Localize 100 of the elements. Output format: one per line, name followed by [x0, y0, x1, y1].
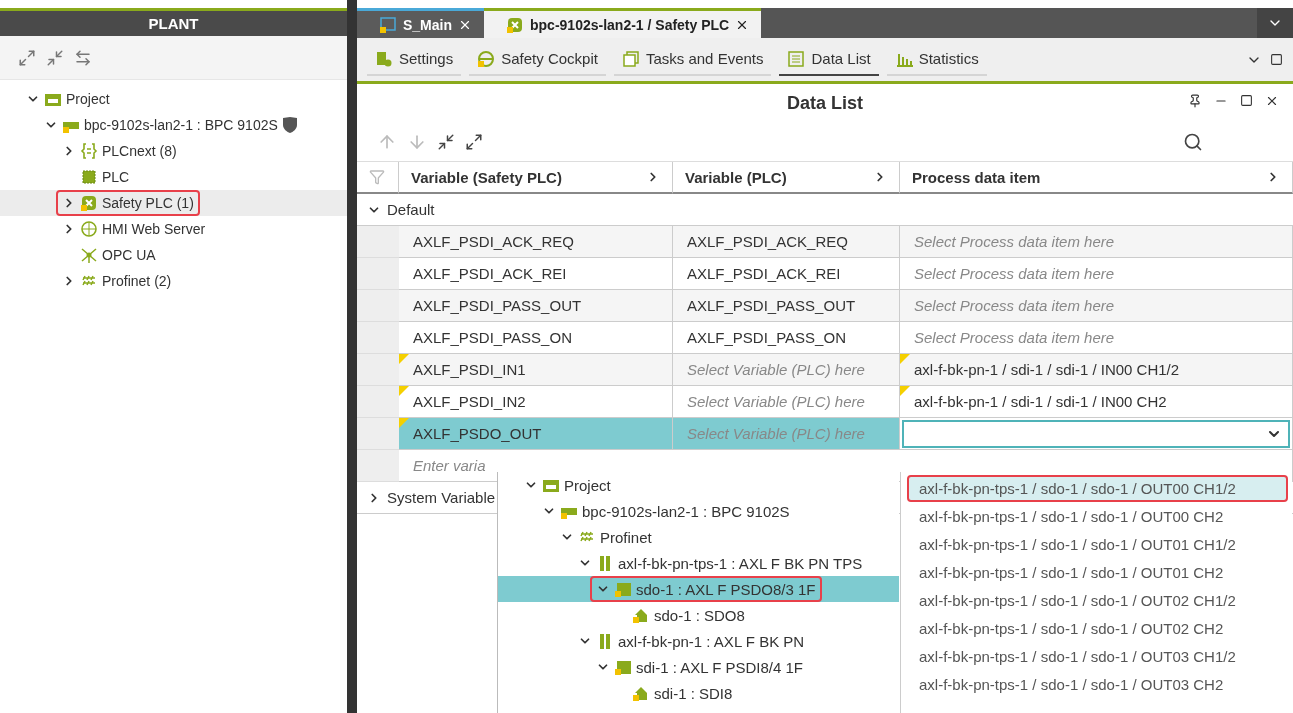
- tree-item[interactable]: axl-f-bk-pn-1 : AXL F BK PN: [498, 628, 899, 654]
- view-tab[interactable]: Data List: [779, 43, 879, 76]
- network-icon: [80, 246, 98, 264]
- maximize-icon[interactable]: [1270, 53, 1283, 66]
- flag-marker: [900, 354, 910, 364]
- tree-item[interactable]: Profinet (2): [0, 268, 347, 294]
- dropdown-option[interactable]: axl-f-bk-pn-tps-1 / sdo-1 / sdo-1 / OUT03 CH2: [907, 671, 1288, 698]
- table-cell: Select Variable (PLC) here: [673, 354, 900, 386]
- table-cell: Select Process data item here: [900, 290, 1293, 322]
- flag-marker: [399, 418, 409, 428]
- dropdown-option[interactable]: axl-f-bk-pn-tps-1 / sdo-1 / sdo-1 / OUT03 CH1/2: [907, 643, 1288, 670]
- tree-item-label: OPC UA: [102, 247, 156, 263]
- tree-item-label: Profinet (2): [102, 273, 172, 289]
- collapse-icon[interactable]: [437, 132, 455, 151]
- view-tab-label: Safety Cockpit: [501, 50, 598, 67]
- flag-marker: [399, 386, 409, 396]
- chip-icon: [80, 168, 98, 186]
- table-cell: AXLF_PSDI_ACK_REI: [673, 258, 900, 290]
- tree-item-label: bpc-9102s-lan2-1 : BPC 9102S: [582, 502, 790, 520]
- dropdown-option[interactable]: axl-f-bk-pn-tps-1 / sdo-1 / sdo-1 / OUT01 CH1/2: [907, 531, 1288, 558]
- editor-tab[interactable]: bpc-9102s-lan2-1 / Safety PLC: [484, 8, 762, 38]
- sync-icon[interactable]: [74, 48, 92, 67]
- steering-wheel-icon: [477, 49, 496, 68]
- dropdown-option[interactable]: axl-f-bk-pn-tps-1 / sdo-1 / sdo-1 / OUT00 CH1/2: [907, 475, 1288, 502]
- panel-header: PLANT: [0, 8, 347, 36]
- table-cell: axl-f-bk-pn-1 / sdi-1 / sdi-1 / IN00 CH2: [900, 386, 1293, 418]
- tree-item[interactable]: Project: [0, 86, 347, 112]
- tasks-icon: [621, 49, 640, 68]
- tree-item-label: Project: [66, 91, 110, 107]
- group-label: Default: [387, 201, 435, 218]
- column-header[interactable]: Variable (Safety PLC): [399, 162, 673, 194]
- tree-item-label: sdi-1 : AXL F PSDI8/4 1F: [636, 658, 803, 676]
- view-tab[interactable]: Tasks and Events: [613, 43, 772, 76]
- table-cell: AXLF_PSDO_OUT: [399, 418, 673, 450]
- tree-item[interactable]: PLC: [0, 164, 347, 190]
- table-cell: Select Variable (PLC) here: [673, 386, 900, 418]
- close-icon[interactable]: [1265, 94, 1279, 108]
- safety-controller-icon: [506, 15, 524, 34]
- module-icon: [614, 658, 632, 676]
- tree-item[interactable]: Safety PLC (1): [0, 190, 347, 216]
- tab-label: bpc-9102s-lan2-1 / Safety PLC: [530, 16, 730, 33]
- expand-icon[interactable]: [18, 48, 36, 67]
- dropdown-option[interactable]: axl-f-bk-pn-tps-1 / sdo-1 / sdo-1 / OUT00 CH2: [907, 503, 1288, 530]
- table-cell: AXLF_PSDI_PASS_OUT: [673, 290, 900, 322]
- filter-header[interactable]: [357, 162, 399, 194]
- tree-item[interactable]: sdi-1 : SDI8: [498, 680, 899, 706]
- table-cell: AXLF_PSDI_PASS_ON: [673, 322, 900, 354]
- dropdown-option[interactable]: axl-f-bk-pn-tps-1 / sdo-1 / sdo-1 / OUT02 CH2: [907, 615, 1288, 642]
- tree-item[interactable]: bpc-9102s-lan2-1 : BPC 9102S: [498, 498, 899, 524]
- tree-item-label: PLC: [102, 169, 130, 185]
- search-icon[interactable]: [1183, 131, 1203, 152]
- table-cell: Select Process data item here: [900, 226, 1293, 258]
- table-cell: Select Process data item here: [900, 322, 1293, 354]
- globe-icon: [80, 220, 98, 238]
- braces-icon: [80, 142, 98, 160]
- safety-controller-icon: [80, 194, 98, 212]
- flag-marker: [399, 354, 409, 364]
- view-tab-label: Data List: [811, 50, 871, 67]
- tab-label: S_Main: [403, 16, 452, 33]
- tree-item[interactable]: sdo-1 : AXL F PSDO8/3 1F: [498, 576, 899, 602]
- table-cell: axl-f-bk-pn-1 / sdi-1 / sdi-1 / IN00 CH1/2: [900, 354, 1293, 386]
- tree-item-label: sdi-1 : SDI8: [654, 684, 733, 702]
- table-cell: Select Variable (PLC) here: [673, 418, 900, 450]
- pin-icon[interactable]: [1188, 94, 1202, 108]
- editor-tab[interactable]: S_Main: [357, 8, 484, 38]
- tree-item-label: PLCnext (8): [102, 143, 177, 159]
- tree-item[interactable]: sdo-1 : SDO8: [498, 602, 899, 628]
- tree-item[interactable]: OPC UA: [0, 242, 347, 268]
- tree-item-label: sdo-1 : AXL F PSDO8/3 1F: [636, 580, 816, 598]
- tree-item[interactable]: Profinet: [498, 524, 899, 550]
- tree-item-label: sdo-1 : SDO8: [654, 606, 745, 624]
- column-header[interactable]: Process data item: [900, 162, 1293, 194]
- module-icon: [614, 580, 632, 598]
- collapse-icon[interactable]: [46, 48, 64, 67]
- view-tab[interactable]: Safety Cockpit: [469, 43, 606, 76]
- settings-icon: [375, 49, 393, 68]
- tree-item-label: HMI Web Server: [102, 221, 206, 237]
- panel-title: Data List: [787, 92, 863, 114]
- maximize-icon[interactable]: [1240, 94, 1253, 107]
- view-tab[interactable]: Statistics: [886, 43, 987, 76]
- dropdown-option[interactable]: axl-f-bk-pn-tps-1 / sdo-1 / sdo-1 / OUT02 CH1/2: [907, 587, 1288, 614]
- expand-icon[interactable]: [465, 132, 483, 151]
- flag-marker: [900, 386, 910, 396]
- program-icon: [379, 15, 397, 34]
- tree-item-label: axl-f-bk-pn-1 : AXL F BK PN: [618, 632, 805, 650]
- table-cell: AXLF_PSDI_ACK_REI: [399, 258, 673, 290]
- column-header[interactable]: Variable (PLC): [673, 162, 900, 194]
- table-cell: AXLF_PSDI_PASS_OUT: [399, 290, 673, 322]
- dropdown-option[interactable]: axl-f-bk-pn-tps-1 / sdo-1 / sdo-1 / OUT01 CH2: [907, 559, 1288, 586]
- tree-item[interactable]: sdi-1 : AXL F PSDI8/4 1F: [498, 654, 899, 680]
- tree-item-label: Safety PLC (1): [102, 195, 194, 211]
- view-tab-label: Tasks and Events: [645, 50, 764, 67]
- tree-item-label: Profinet: [600, 528, 652, 546]
- tree-item[interactable]: HMI Web Server: [0, 216, 347, 242]
- tree-item-label: axl-f-bk-pn-tps-1 : AXL F BK PN TPS: [618, 554, 863, 572]
- table-cell: AXLF_PSDI_ACK_REQ: [673, 226, 900, 258]
- tree-item[interactable]: axl-f-bk-pn-tps-1 : AXL F BK PN TPS: [498, 550, 899, 576]
- tree-item[interactable]: bpc-9102s-lan2-1 : BPC 9102S: [0, 112, 347, 138]
- tree-item[interactable]: PLCnext (8): [0, 138, 347, 164]
- view-tab[interactable]: Settings: [367, 43, 462, 76]
